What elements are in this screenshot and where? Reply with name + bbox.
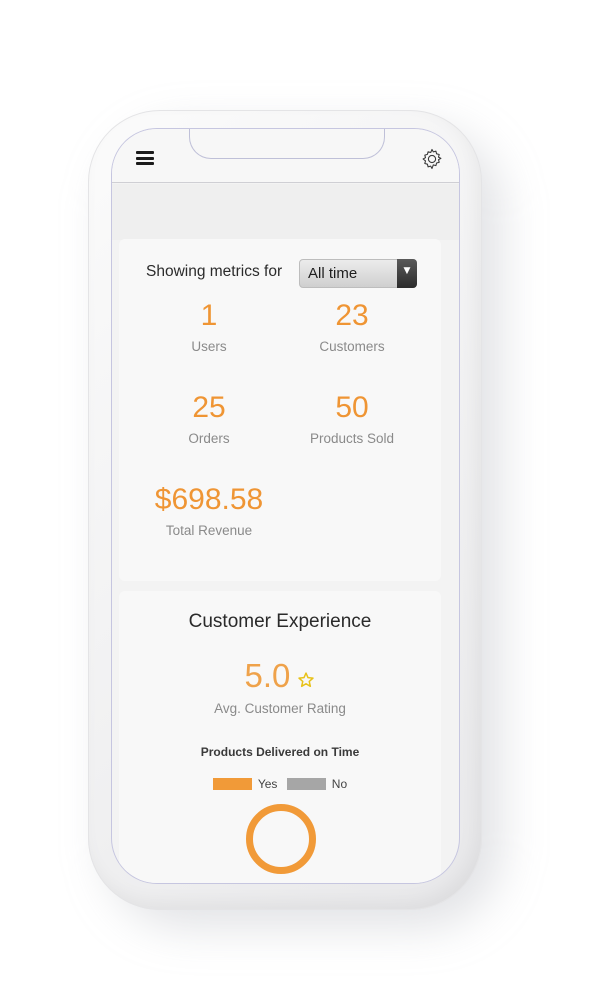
legend-swatch-yes (212, 778, 252, 790)
star-icon (298, 672, 315, 688)
rating-label: Avg. Customer Rating (214, 701, 346, 716)
device-notch (189, 129, 385, 159)
hamburger-menu-icon[interactable] (136, 151, 154, 165)
metric-users: 1 Users (139, 299, 279, 354)
legend-item-no[interactable]: No (286, 777, 348, 791)
gear-icon[interactable] (420, 147, 444, 171)
time-range-select[interactable]: All time ▼ (299, 259, 417, 288)
rating-row: 5.0 (119, 657, 441, 695)
metric-label: Customers (319, 339, 385, 354)
metric-label: Total Revenue (165, 523, 253, 538)
time-range-value: All time (308, 265, 358, 282)
header-spacer (112, 184, 459, 240)
legend-item-yes[interactable]: Yes (212, 777, 278, 791)
app-header (112, 129, 459, 183)
chart-title: Products Delivered on Time (200, 745, 360, 759)
metric-value: 50 (335, 391, 369, 424)
metric-products-sold: 50 Products Sold (282, 391, 422, 446)
app-screen: Showing metrics for All time ▼ 1 Users 2… (111, 128, 460, 884)
dropdown-caret-icon: ▼ (397, 259, 417, 288)
chart-legend: Yes No (119, 777, 441, 793)
metric-value: 1 (200, 299, 218, 332)
metrics-card: Showing metrics for All time ▼ 1 Users 2… (119, 239, 441, 581)
filter-label: Showing metrics for (146, 263, 283, 280)
metric-total-revenue: $698.58 Total Revenue (139, 483, 279, 538)
metric-value: 23 (335, 299, 369, 332)
metric-value: $698.58 (154, 483, 264, 516)
section-title: Customer Experience (188, 611, 372, 632)
legend-label-no: No (331, 777, 348, 791)
metrics-filter-row: Showing metrics for All time ▼ (119, 259, 441, 293)
legend-swatch-no (286, 778, 326, 790)
metric-label: Users (191, 339, 227, 354)
rating-value: 5.0 (244, 657, 291, 694)
donut-slice-yes[interactable] (246, 804, 316, 874)
legend-label-yes: Yes (257, 777, 278, 791)
customer-experience-card: Customer Experience 5.0 Avg. Customer Ra… (119, 591, 441, 883)
metric-orders: 25 Orders (139, 391, 279, 446)
delivery-donut-chart (246, 804, 316, 874)
metric-customers: 23 Customers (282, 299, 422, 354)
metric-label: Orders (188, 431, 230, 446)
metric-label: Products Sold (309, 431, 395, 446)
metric-value: 25 (192, 391, 226, 424)
